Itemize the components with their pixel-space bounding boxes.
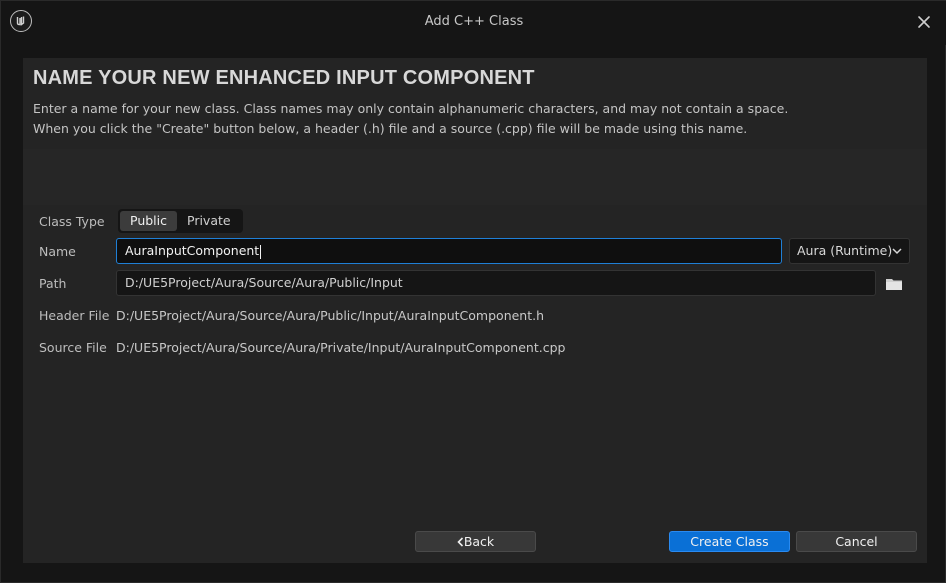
module-dropdown-value: Aura (Runtime) — [797, 243, 893, 258]
chevron-left-icon — [457, 537, 463, 547]
spacer-band — [23, 149, 927, 205]
window-title: Add C++ Class — [424, 14, 524, 29]
description-line-2: When you click the "Create" button below… — [33, 121, 748, 136]
source-file-value: D:/UE5Project/Aura/Source/Aura/Private/I… — [116, 340, 566, 355]
back-button-label: Back — [463, 534, 495, 549]
content-panel: NAME YOUR NEW ENHANCED INPUT COMPONENT E… — [23, 58, 927, 563]
module-dropdown[interactable]: Aura (Runtime) — [789, 238, 910, 264]
class-type-private-button[interactable]: Private — [177, 211, 241, 231]
description-line-1: Enter a name for your new class. Class n… — [33, 101, 789, 116]
header-file-label: Header File — [39, 308, 110, 323]
class-name-value: AuraInputComponent — [125, 243, 260, 258]
chevron-down-icon — [892, 248, 902, 255]
name-label: Name — [39, 244, 76, 259]
back-button[interactable]: Back — [415, 531, 536, 552]
class-name-input[interactable]: AuraInputComponent — [116, 238, 782, 264]
class-type-label: Class Type — [39, 214, 105, 229]
title-bar: Add C++ Class — [1, 1, 946, 45]
header-file-value: D:/UE5Project/Aura/Source/Aura/Public/In… — [116, 308, 545, 323]
add-cpp-class-dialog: Add C++ Class NAME YOUR NEW ENHANCED INP… — [0, 0, 946, 583]
page-title: NAME YOUR NEW ENHANCED INPUT COMPONENT — [33, 67, 535, 89]
class-type-toggle: Public Private — [118, 209, 243, 233]
path-input[interactable]: D:/UE5Project/Aura/Source/Aura/Public/In… — [116, 270, 876, 296]
folder-icon[interactable] — [885, 276, 905, 292]
source-file-label: Source File — [39, 340, 107, 355]
text-caret — [260, 244, 262, 259]
class-type-public-button[interactable]: Public — [120, 211, 177, 231]
cancel-button[interactable]: Cancel — [796, 531, 917, 552]
close-icon[interactable] — [915, 13, 933, 31]
create-class-button[interactable]: Create Class — [669, 531, 790, 552]
path-label: Path — [39, 276, 67, 291]
